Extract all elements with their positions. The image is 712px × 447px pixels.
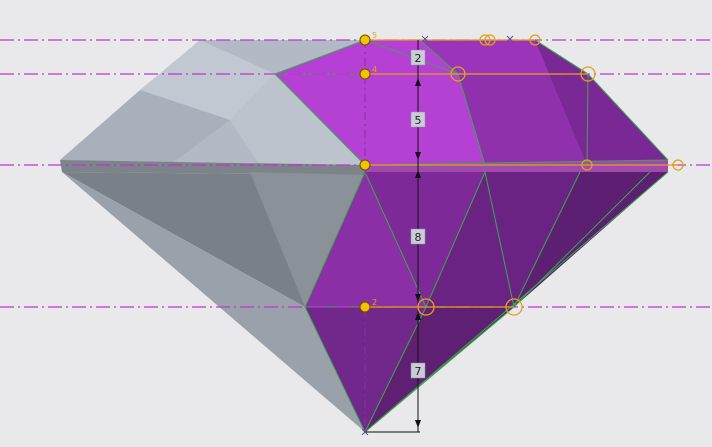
dimension-d4: 7 bbox=[410, 362, 426, 379]
svg-text:2: 2 bbox=[372, 298, 377, 307]
svg-text:7: 7 bbox=[415, 365, 422, 378]
handle-plane-4 bbox=[359, 68, 371, 80]
dimension-d1: 2 bbox=[410, 49, 426, 66]
handle-plane-2 bbox=[359, 301, 371, 313]
svg-text:5: 5 bbox=[372, 31, 377, 40]
dimension-d3: 8 bbox=[410, 228, 426, 245]
handle-plane-3 bbox=[359, 159, 371, 171]
svg-text:8: 8 bbox=[415, 231, 422, 244]
svg-text:4: 4 bbox=[372, 65, 377, 74]
svg-text:2: 2 bbox=[415, 52, 422, 65]
cad-viewport[interactable]: 2 5 8 7 5 4 2 bbox=[0, 0, 712, 447]
dimension-d2: 5 bbox=[410, 111, 426, 128]
handle-plane-5 bbox=[359, 34, 371, 46]
model-canvas[interactable]: 2 5 8 7 5 4 2 bbox=[0, 0, 712, 447]
svg-text:5: 5 bbox=[415, 114, 422, 127]
